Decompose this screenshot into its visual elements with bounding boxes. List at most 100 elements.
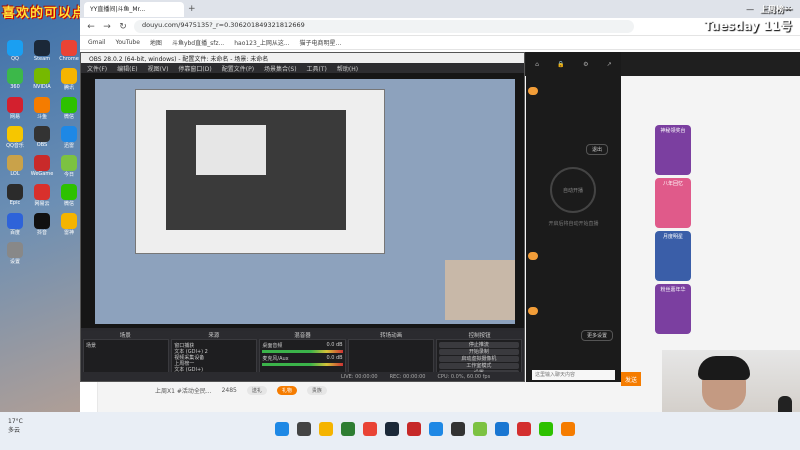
obs-menu-item[interactable]: 场景集合(S) <box>264 64 297 73</box>
obs-menu-item[interactable]: 配置文件(P) <box>222 64 254 73</box>
desktop-icon-label: Epic <box>9 200 21 206</box>
bookmark-link[interactable]: YouTube <box>116 39 140 46</box>
gift-icon[interactable]: ⌂ <box>535 61 539 68</box>
reload-icon[interactable]: ↻ <box>118 22 128 32</box>
desktop-icon[interactable]: NVIDIA <box>29 68 55 91</box>
desktop-icon[interactable]: 网易云 <box>29 184 55 207</box>
obs-menu-item[interactable]: 文件(F) <box>87 64 107 73</box>
date-widget: 上周榜一 Tuesday 11号 <box>692 4 792 36</box>
status-item: REC: 00:00:00 <box>389 373 426 380</box>
share-icon[interactable]: ↗ <box>607 61 612 68</box>
settings-icon[interactable]: ⚙ <box>583 61 588 68</box>
desktop-icon[interactable]: OBS <box>29 126 55 149</box>
control-button[interactable]: 启动虚拟摄像机 <box>438 356 520 362</box>
desktop-icon[interactable]: Steam <box>29 40 55 62</box>
promo-banner[interactable]: 粉丝嘉年华 <box>655 284 691 334</box>
weekday-label: Tuesday 11号 <box>704 19 792 33</box>
pill-button[interactable]: 送礼 <box>246 385 267 395</box>
promo-banner[interactable]: 神秘领奖台 <box>655 125 691 175</box>
desktop-icon[interactable]: 腾讯 <box>56 68 82 91</box>
volume-meter[interactable] <box>262 363 343 366</box>
transitions-dock <box>347 339 434 373</box>
desktop-icon-label: Steam <box>33 56 51 62</box>
bookmark-link[interactable]: 斗鱼ybd直播_sfz... <box>172 38 224 47</box>
pill-button[interactable]: 礼物 <box>276 385 297 395</box>
orange-indicator <box>528 252 538 260</box>
promo-banner[interactable]: 八年回忆 <box>655 178 691 228</box>
app-icon <box>34 184 50 200</box>
taskbar-app-icon[interactable] <box>319 422 333 436</box>
desktop-icon[interactable]: Epic <box>2 184 28 207</box>
taskbar-app-icon[interactable] <box>451 422 465 436</box>
desktop-icon-label: 360 <box>10 84 20 90</box>
obs-menu-item[interactable]: 帮助(H) <box>337 64 358 73</box>
desktop-icon[interactable]: 微信 <box>56 97 82 120</box>
taskbar-app-icon[interactable] <box>363 422 377 436</box>
taskbar-app-icon[interactable] <box>341 422 355 436</box>
taskbar-app-icon[interactable] <box>561 422 575 436</box>
lock-icon[interactable]: 🔒 <box>557 61 564 68</box>
desktop-icon[interactable]: 微信 <box>56 184 82 207</box>
taskbar-app-icon[interactable] <box>495 422 509 436</box>
send-button[interactable]: 发送 <box>621 372 641 386</box>
obs-menu-item[interactable]: 停靠窗口(D) <box>178 64 211 73</box>
desktop-icon[interactable]: LOL <box>2 155 28 178</box>
mixer-channel-name: 桌面音频 <box>262 343 283 348</box>
url-input[interactable]: douyu.com/9475135?_r=0.30620184932181266… <box>134 20 634 33</box>
pill-button[interactable]: 贵族 <box>306 385 327 395</box>
back-icon[interactable]: ← <box>86 22 96 32</box>
control-button[interactable]: 停止推流 <box>438 342 520 348</box>
taskbar-app-icon[interactable] <box>275 422 289 436</box>
desktop-icon[interactable]: 今日 <box>56 155 82 178</box>
app-icon <box>34 68 50 84</box>
auto-start-button[interactable]: 自动开播 <box>550 167 596 213</box>
chat-input[interactable]: 这里输入聊天内容 <box>532 370 615 380</box>
taskbar-app-icon[interactable] <box>473 422 487 436</box>
taskbar-app-icon[interactable] <box>517 422 531 436</box>
taskbar-icons <box>275 422 575 436</box>
taskbar-app-icon[interactable] <box>429 422 443 436</box>
taskbar-app-icon[interactable] <box>539 422 553 436</box>
promo-banner[interactable]: 月度明星 <box>655 231 691 281</box>
desktop-icon[interactable]: 百度 <box>2 213 28 236</box>
desktop-icon[interactable]: QQ音乐 <box>2 126 28 149</box>
desktop-icon-label: OBS <box>36 142 48 148</box>
taskbar-app-icon[interactable] <box>297 422 311 436</box>
desktop-icon-label: 腾讯 <box>63 85 74 91</box>
scene-item[interactable]: 场景 <box>86 342 166 348</box>
desktop-icon[interactable]: Chrome <box>56 40 82 62</box>
obs-menu-bar: 文件(F) 编辑(E) 视图(V) 停靠窗口(D) 配置文件(P) 场景集合(S) 工具(T… <box>81 63 524 73</box>
streamer-hair <box>698 356 750 380</box>
bookmark-link[interactable]: hao123_上网从这... <box>234 38 289 47</box>
bookmark-link[interactable]: Gmail <box>88 39 106 46</box>
desktop-icon-label: 斗鱼 <box>36 114 47 120</box>
desktop-icon[interactable]: 设置 <box>2 242 28 265</box>
taskbar-app-icon[interactable] <box>385 422 399 436</box>
more-settings-button[interactable]: 更多设置 <box>581 330 614 341</box>
obs-menu-item[interactable]: 工具(T) <box>307 64 327 73</box>
desktop-icon[interactable]: 雷神 <box>56 213 82 236</box>
viewer-count: 2485 <box>221 386 237 394</box>
desktop-icon[interactable]: WeGame <box>29 155 55 178</box>
exit-button[interactable]: 退出 <box>586 144 609 155</box>
desktop-icon-label: LOL <box>10 171 20 177</box>
forward-icon[interactable]: → <box>102 22 112 32</box>
obs-menu-item[interactable]: 编辑(E) <box>117 64 137 73</box>
desktop-icon[interactable]: 360 <box>2 68 28 91</box>
browser-tab[interactable]: YY直播间|斗鱼_Mr... <box>84 1 184 17</box>
new-tab-icon[interactable]: + <box>188 4 196 14</box>
weather-widget[interactable]: 17°C 多云 <box>8 418 23 434</box>
desktop-icon[interactable]: 网易 <box>2 97 28 120</box>
desktop-icon[interactable]: QQ <box>2 40 28 62</box>
bookmark-link[interactable]: 猫子电商明星... <box>300 38 342 47</box>
desktop-icon[interactable]: 抖音 <box>29 213 55 236</box>
control-button[interactable]: 工作室模式 <box>438 363 520 369</box>
control-button[interactable]: 开始录制 <box>438 349 520 355</box>
obs-menu-item[interactable]: 视图(V) <box>148 64 169 73</box>
desktop-icon[interactable]: 迅雷 <box>56 126 82 149</box>
orange-indicator <box>528 307 538 315</box>
volume-meter[interactable] <box>262 350 343 353</box>
bookmark-link[interactable]: 地图 <box>150 38 162 47</box>
desktop-icon[interactable]: 斗鱼 <box>29 97 55 120</box>
taskbar-app-icon[interactable] <box>407 422 421 436</box>
